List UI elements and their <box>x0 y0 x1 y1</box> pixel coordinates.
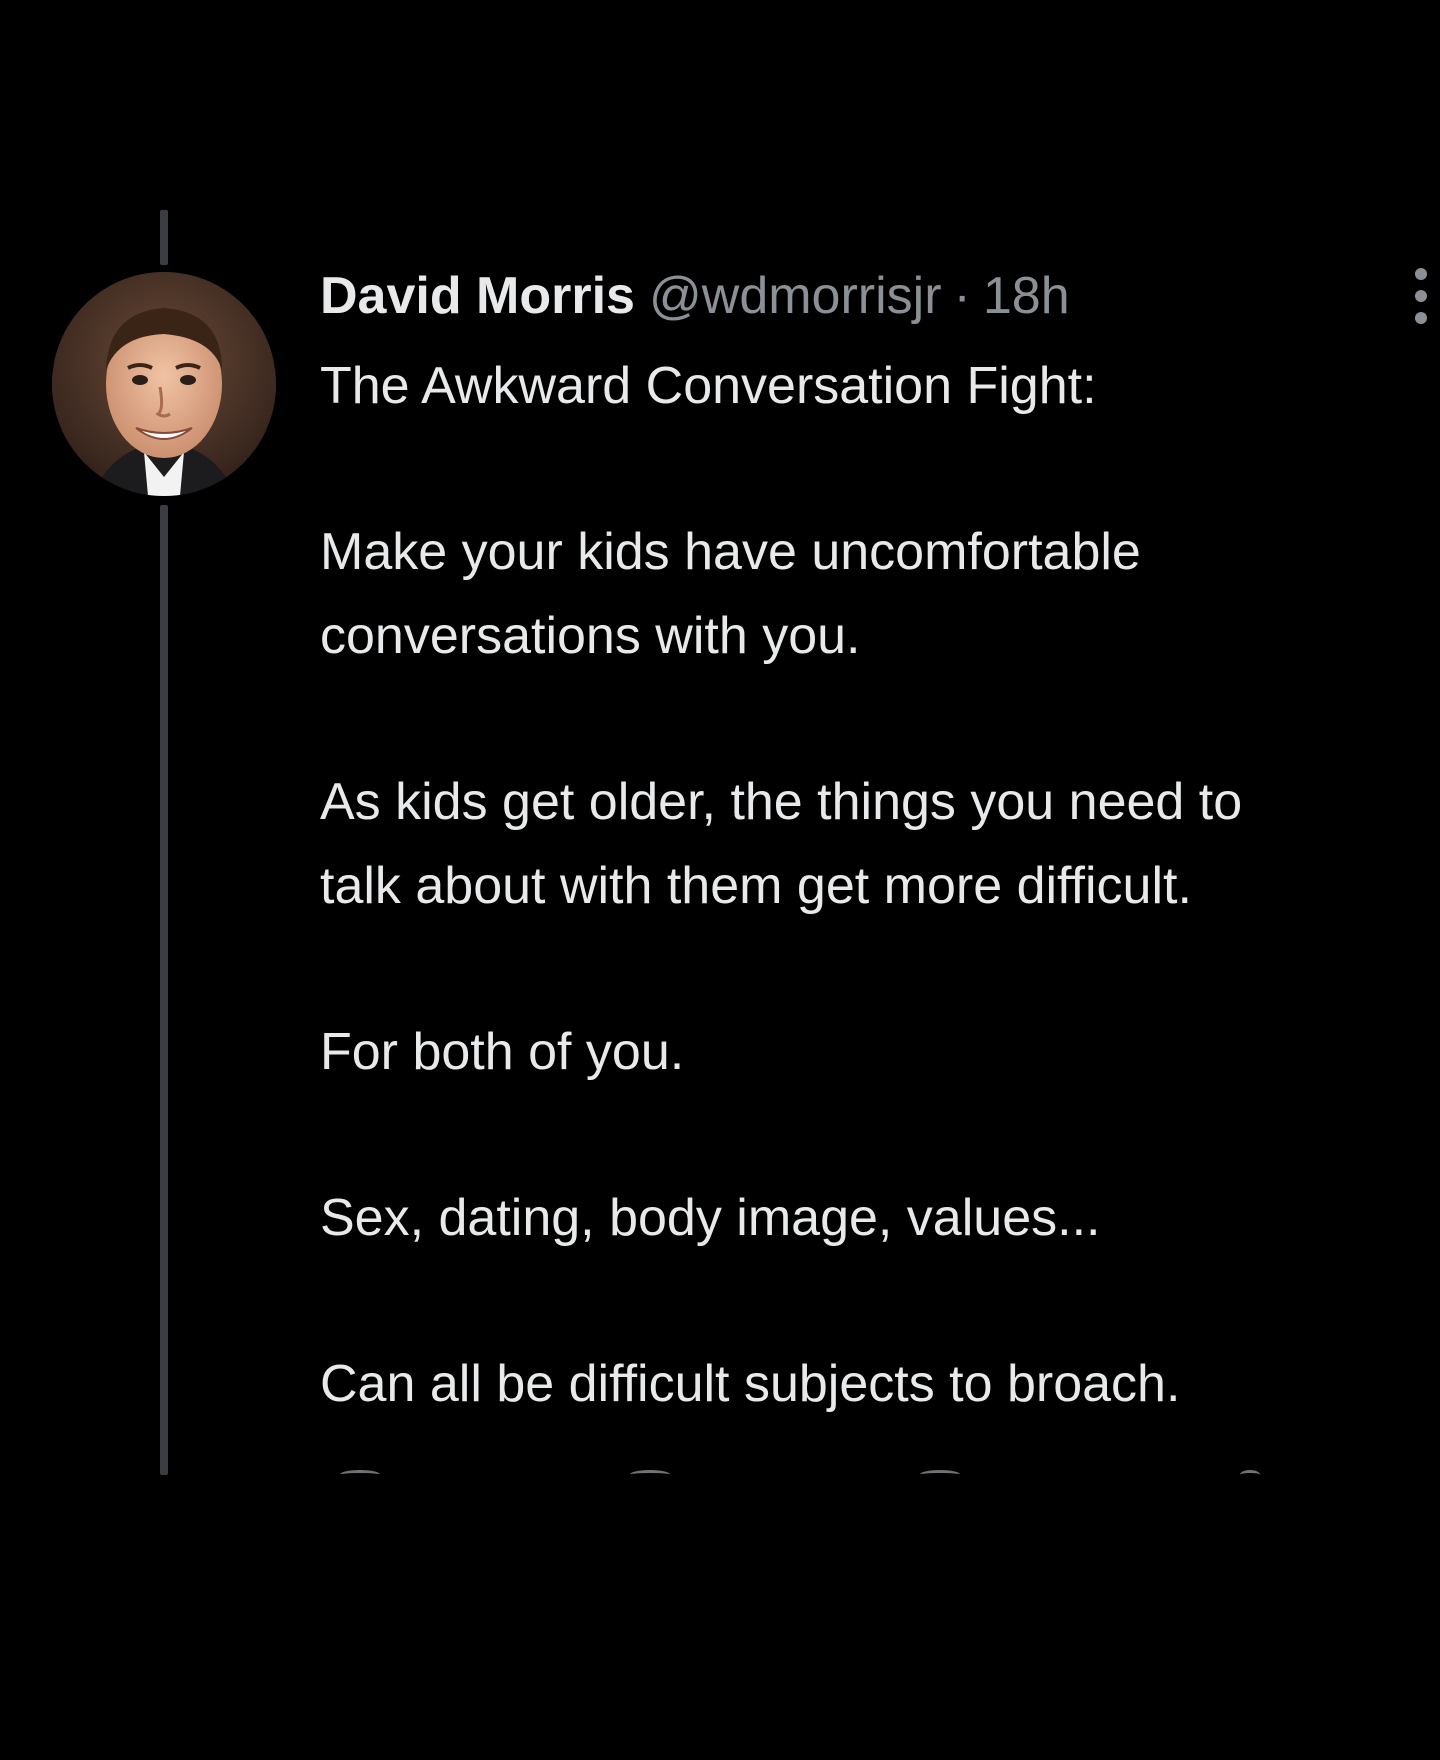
tweet-timestamp[interactable]: 18h <box>983 262 1070 330</box>
like-icon[interactable] <box>920 1470 960 1478</box>
tweet-paragraph: Make your kids have uncomfortable conver… <box>320 523 1141 665</box>
author-name[interactable]: David Morris <box>320 262 635 330</box>
tweet-actions-bar <box>330 1468 1330 1478</box>
thread-line-top <box>160 210 168 265</box>
share-icon[interactable] <box>1240 1470 1260 1478</box>
profile-photo-icon <box>52 272 276 496</box>
reply-icon[interactable] <box>340 1470 380 1478</box>
avatar[interactable] <box>52 272 276 496</box>
tweet-paragraph: The Awkward Conversation Fight: <box>320 357 1097 415</box>
separator-dot: · <box>953 267 971 325</box>
tweet-paragraph: Can all be difficult subjects to broach. <box>320 1355 1181 1413</box>
tweet-body: The Awkward Conversation Fight: Make you… <box>320 344 1430 1426</box>
tweet-paragraph: As kids get older, the things you need t… <box>320 773 1243 915</box>
tweet-paragraph: For both of you. <box>320 1023 685 1081</box>
tweet-paragraph: Sex, dating, body image, values... <box>320 1189 1101 1247</box>
tweet[interactable]: David Morris @wdmorrisjr · 18h The Awkwa… <box>320 262 1430 1426</box>
tweet-header: David Morris @wdmorrisjr · 18h <box>320 262 1430 330</box>
retweet-icon[interactable] <box>630 1470 670 1478</box>
author-handle[interactable]: @wdmorrisjr <box>649 262 942 330</box>
thread-line-bottom <box>160 505 168 1475</box>
